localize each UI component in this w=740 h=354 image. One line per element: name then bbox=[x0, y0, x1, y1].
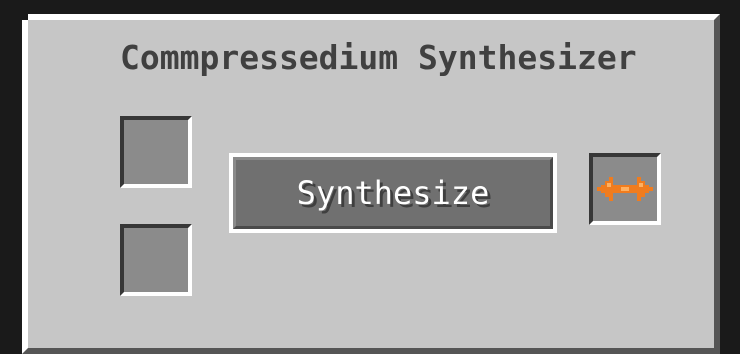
orange-compressed-item-icon bbox=[597, 177, 653, 201]
synthesizer-panel: Commpressedium Synthesizer Synthesize bbox=[22, 14, 720, 354]
panel-title: Commpressedium Synthesizer bbox=[120, 38, 637, 77]
synthesize-button-label: Synthesize bbox=[296, 174, 490, 212]
input-slot-1[interactable] bbox=[120, 116, 192, 188]
input-slot-2[interactable] bbox=[120, 224, 192, 296]
synthesize-button-face[interactable]: Synthesize bbox=[233, 157, 553, 229]
synthesize-button[interactable]: Synthesize bbox=[229, 153, 557, 233]
output-slot[interactable] bbox=[589, 153, 661, 225]
